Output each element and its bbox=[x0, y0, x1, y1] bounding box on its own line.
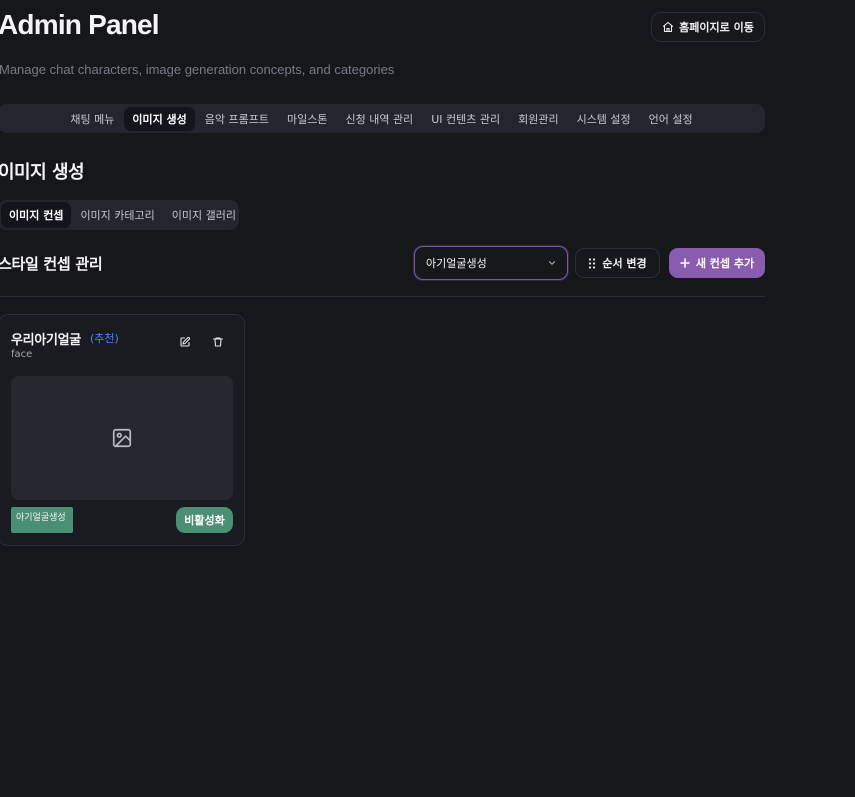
home-icon bbox=[663, 21, 674, 33]
concept-manage-title: 스타일 컨셉 관리 bbox=[0, 255, 103, 273]
concept-image-placeholder bbox=[11, 376, 233, 500]
recommended-badge: (추천) bbox=[90, 332, 119, 345]
nav-item-system-settings[interactable]: 시스템 설정 bbox=[569, 107, 639, 131]
category-filter-value: 아기얼굴생성 bbox=[426, 257, 487, 270]
section-title: 이미지 생성 bbox=[0, 162, 85, 183]
add-concept-button[interactable]: 새 컨셉 추가 bbox=[669, 248, 765, 278]
nav-item-members[interactable]: 회원관리 bbox=[510, 107, 566, 131]
grip-icon bbox=[589, 257, 596, 269]
chevron-down-icon bbox=[549, 261, 555, 265]
category-tag: 아기얼굴생성 bbox=[11, 507, 73, 533]
tab-image-concept[interactable]: 이미지 컨셉 bbox=[1, 202, 72, 228]
edit-icon bbox=[180, 336, 191, 347]
sub-tabs: 이미지 컨셉 이미지 카테고리 이미지 갤러리 bbox=[0, 200, 239, 230]
edit-button[interactable] bbox=[177, 334, 193, 350]
divider bbox=[0, 296, 765, 297]
category-filter-select[interactable]: 아기얼굴생성 bbox=[414, 246, 568, 280]
delete-button[interactable] bbox=[210, 334, 226, 350]
trash-icon bbox=[212, 337, 224, 347]
nav-item-music-prompt[interactable]: 음악 프롬프트 bbox=[197, 107, 277, 131]
reorder-button[interactable]: 순서 변경 bbox=[575, 248, 660, 278]
deactivate-button[interactable]: 비활성화 bbox=[176, 507, 233, 533]
home-button-label: 홈페이지로 이동 bbox=[679, 21, 754, 34]
concept-key: face bbox=[11, 349, 33, 360]
plus-icon bbox=[680, 258, 690, 268]
tab-image-gallery[interactable]: 이미지 갤러리 bbox=[164, 202, 244, 228]
concept-card: 우리아기얼굴 (추천) face 아기얼굴생성 비활성화 bbox=[0, 314, 245, 546]
nav-item-language-settings[interactable]: 언어 설정 bbox=[641, 107, 701, 131]
nav-item-applications[interactable]: 신청 내역 관리 bbox=[337, 107, 421, 131]
image-icon bbox=[112, 428, 132, 448]
tab-image-category[interactable]: 이미지 카테고리 bbox=[72, 202, 162, 228]
nav-item-chat-menu[interactable]: 채팅 메뉴 bbox=[62, 107, 122, 131]
add-concept-button-label: 새 컨셉 추가 bbox=[695, 257, 755, 270]
main-nav: 채팅 메뉴 이미지 생성 음악 프롬프트 마일스톤 신청 내역 관리 UI 컨텐… bbox=[0, 104, 765, 133]
home-button[interactable]: 홈페이지로 이동 bbox=[651, 12, 765, 42]
concept-name: 우리아기얼굴 bbox=[11, 333, 81, 348]
nav-item-image-generation[interactable]: 이미지 생성 bbox=[124, 106, 195, 131]
page-subtitle: Manage chat characters, image generation… bbox=[0, 62, 395, 77]
nav-item-milestone[interactable]: 마일스톤 bbox=[279, 107, 335, 131]
page-title: Admin Panel bbox=[0, 9, 160, 40]
reorder-button-label: 순서 변경 bbox=[602, 257, 647, 270]
nav-item-ui-content[interactable]: UI 컨텐츠 관리 bbox=[423, 107, 508, 131]
